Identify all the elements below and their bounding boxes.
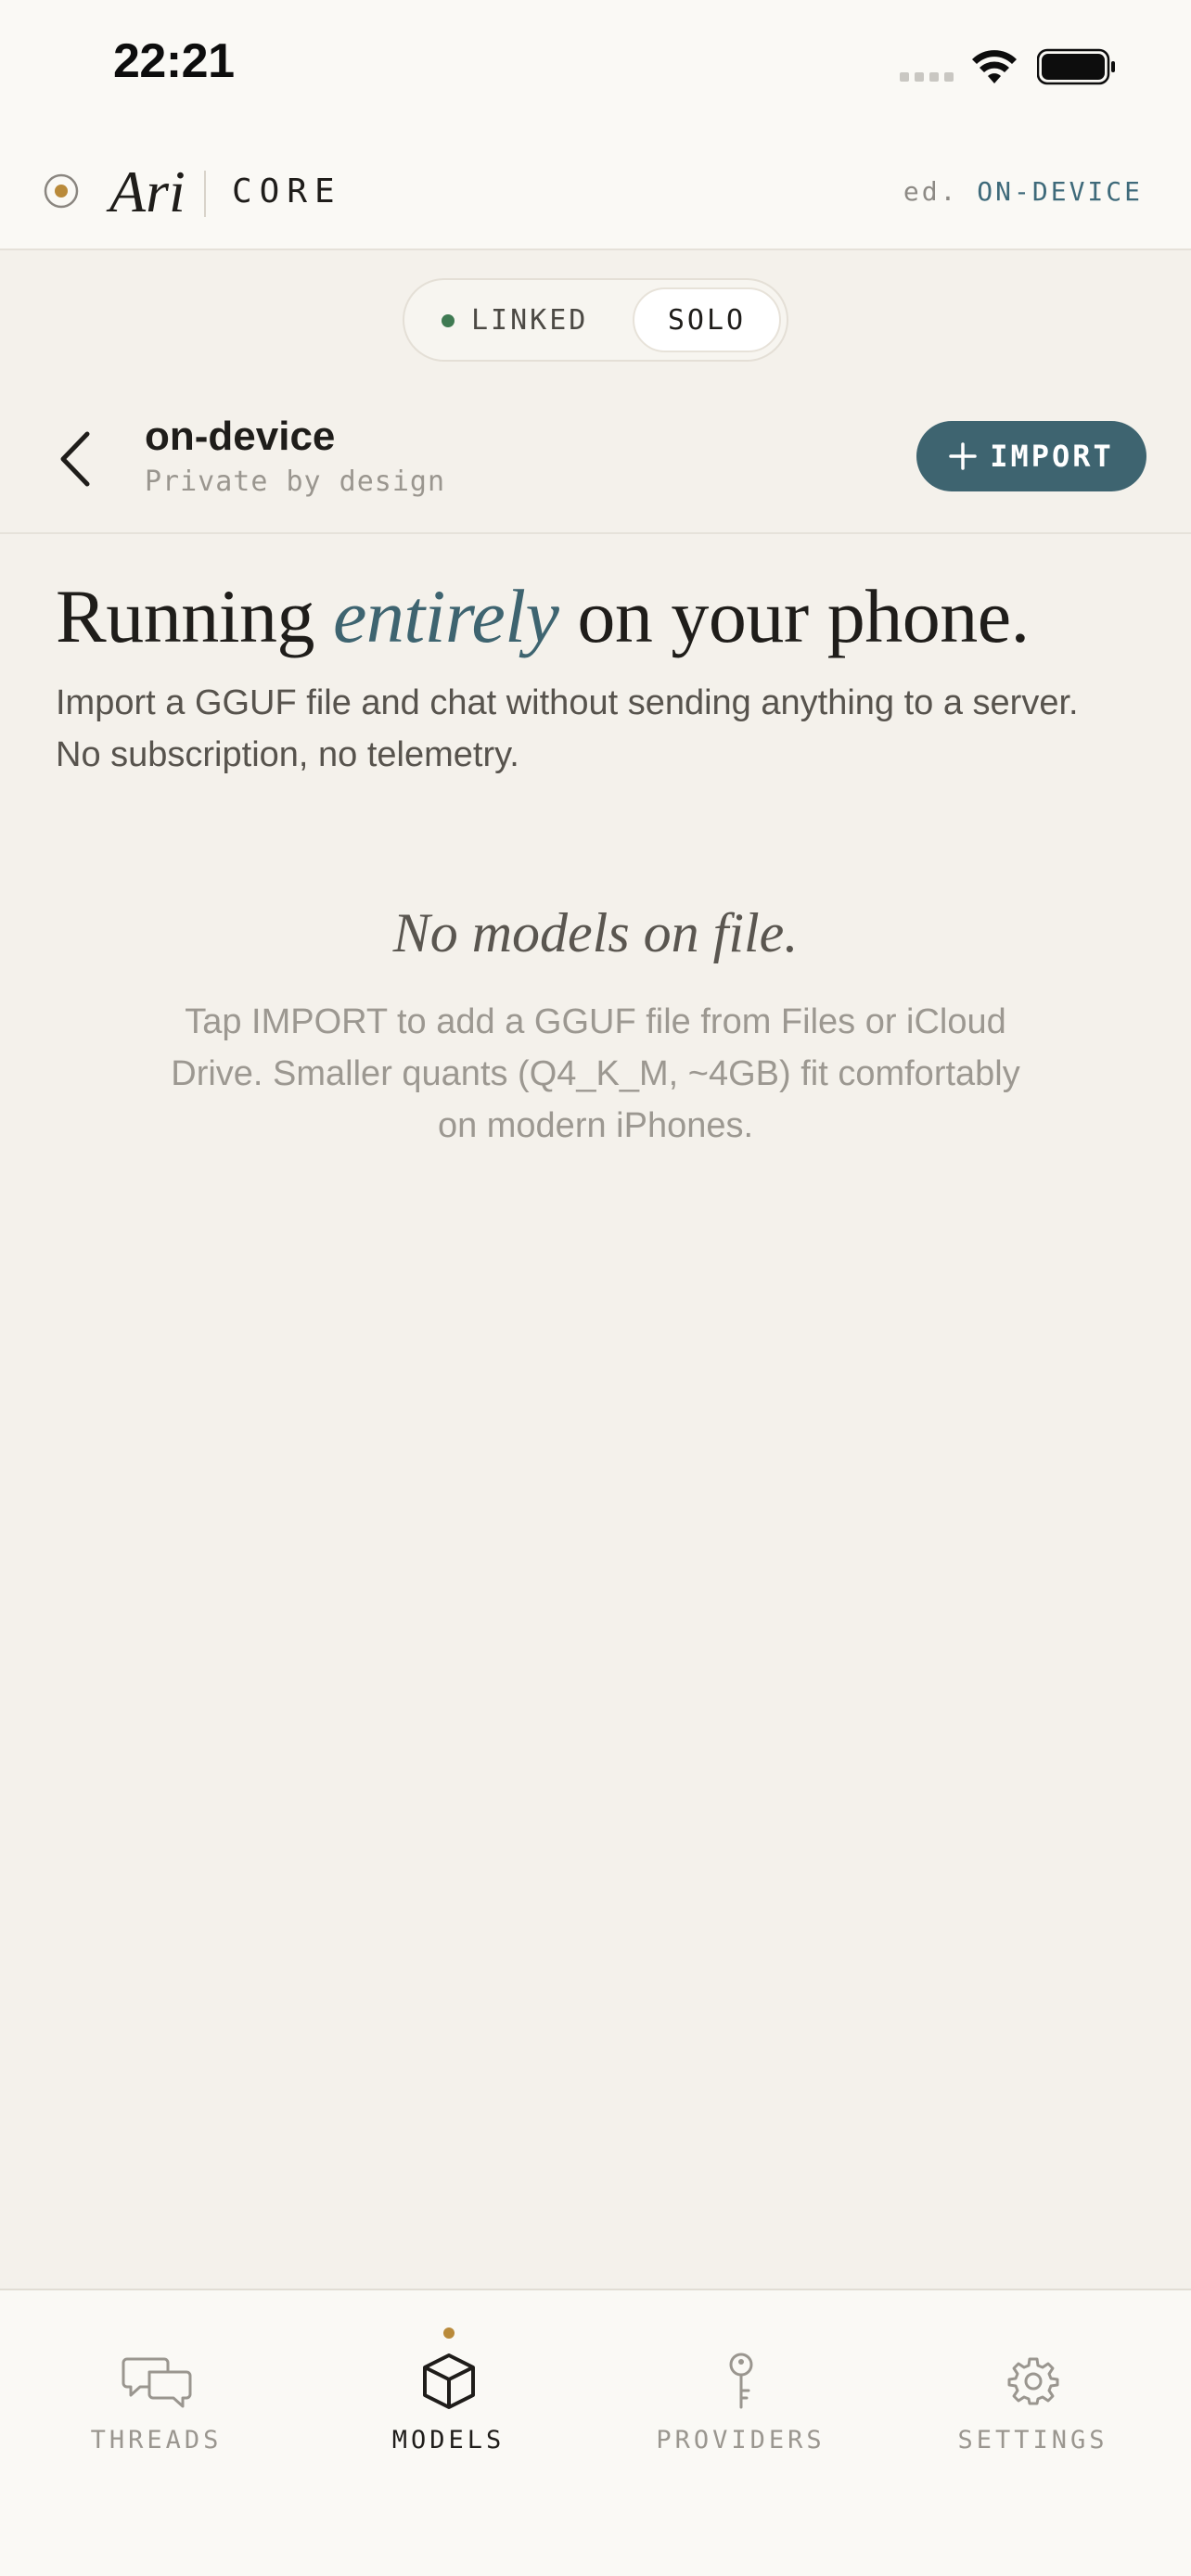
page-subtitle: Private by design xyxy=(145,465,446,498)
hero-title-end: on your phone. xyxy=(558,574,1030,658)
mode-option-solo[interactable]: SOLO xyxy=(633,287,781,352)
page-title: on-device xyxy=(145,414,336,459)
back-button[interactable] xyxy=(52,427,98,491)
mode-option-linked[interactable]: LINKED xyxy=(442,304,588,337)
tab-settings-label: SETTINGS xyxy=(957,2426,1108,2455)
chat-bubbles-icon xyxy=(122,2352,192,2411)
hero-title-start: Running xyxy=(56,574,333,658)
hero-description: Import a GGUF file and chat without send… xyxy=(56,683,1079,774)
mode-toggle: LINKED SOLO xyxy=(403,278,788,362)
cube-icon xyxy=(414,2352,484,2411)
import-button-label: IMPORT xyxy=(990,439,1114,474)
status-time: 22:21 xyxy=(113,34,235,88)
app-screen: 22:21 Ari CORE ed. ON-DEVICE LINKED SOLO… xyxy=(0,0,1191,2576)
edition-value: ON-DEVICE xyxy=(977,176,1143,207)
logo-mark-icon xyxy=(44,173,79,209)
empty-state-description: Tap IMPORT to add a GGUF file from Files… xyxy=(171,1002,1020,1145)
linked-status-dot xyxy=(442,313,455,327)
mode-option-linked-label: LINKED xyxy=(471,304,589,337)
key-icon xyxy=(706,2352,776,2411)
wifi-icon xyxy=(972,50,1017,83)
hero-title: Running entirely on your phone. xyxy=(56,573,1030,660)
tab-settings[interactable]: SETTINGS xyxy=(884,2290,1182,2476)
edition-prefix: ed. xyxy=(903,176,959,207)
brand-name: Ari xyxy=(109,159,186,224)
status-bar: 22:21 xyxy=(0,0,1191,139)
tab-models[interactable]: MODELS xyxy=(300,2290,597,2476)
cellular-signal-icon xyxy=(900,72,954,82)
tab-providers[interactable]: PROVIDERS xyxy=(592,2290,890,2476)
page-nav-bar: on-device Private by design IMPORT xyxy=(0,389,1191,534)
edition-label: ed. ON-DEVICE xyxy=(903,176,1143,207)
tab-bar: THREADS MODELS PROVIDERS SETTINGS xyxy=(0,2289,1191,2576)
brand-product: CORE xyxy=(232,172,342,210)
tab-models-label: MODELS xyxy=(391,2426,506,2455)
import-button[interactable]: IMPORT xyxy=(916,421,1146,491)
brand-divider xyxy=(204,171,206,217)
plus-icon xyxy=(949,442,977,470)
gear-icon xyxy=(998,2352,1069,2411)
tab-threads[interactable]: THREADS xyxy=(7,2290,305,2476)
tab-threads-label: THREADS xyxy=(90,2426,223,2455)
active-tab-indicator xyxy=(442,2327,455,2339)
hero-title-emphasis: entirely xyxy=(332,574,559,658)
tab-providers-label: PROVIDERS xyxy=(656,2426,826,2455)
app-header: Ari CORE ed. ON-DEVICE xyxy=(0,139,1191,250)
battery-icon xyxy=(1037,48,1115,85)
empty-state-title: No models on file. xyxy=(392,902,799,963)
